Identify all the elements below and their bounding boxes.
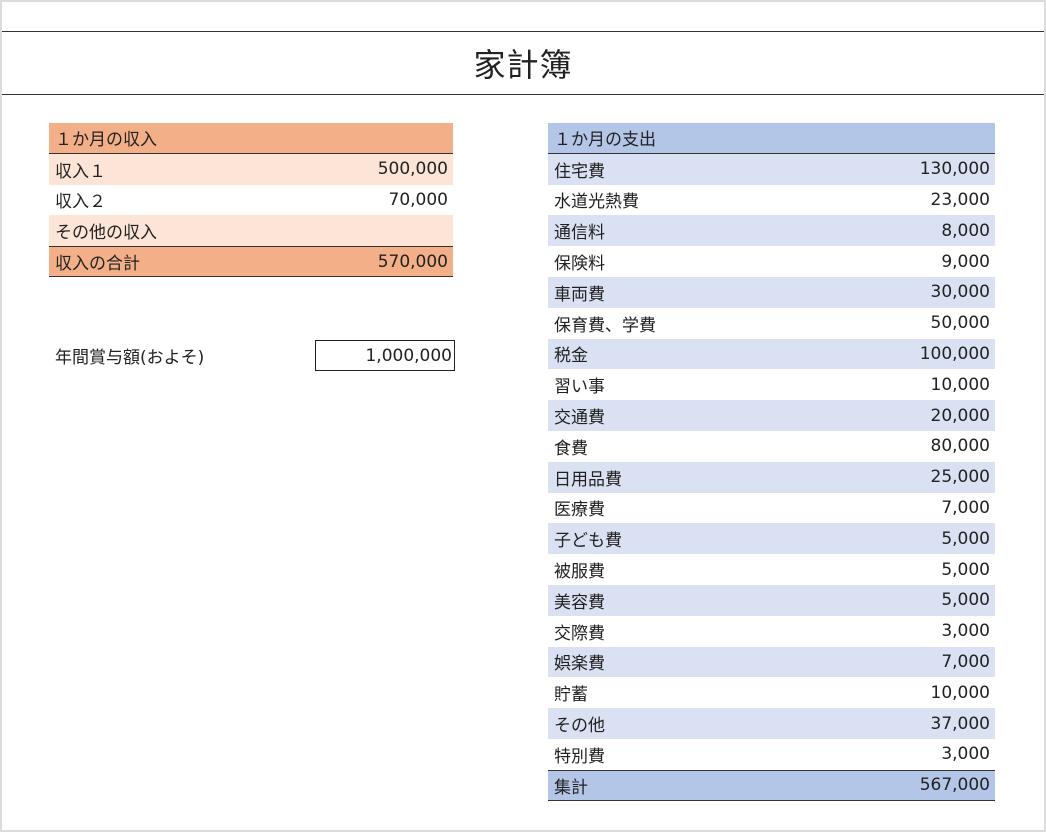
expense-row-label: 医療費	[554, 500, 605, 521]
income-table: １か月の収入 収入１ 500,000 収入２ 70,000 その他の収入 収入の…	[49, 123, 453, 277]
expense-row-value[interactable]: 130,000	[920, 159, 990, 179]
expense-row-value[interactable]: 20,000	[931, 406, 990, 426]
expense-header-label: １か月の支出	[554, 130, 656, 151]
income-row-value[interactable]: 70,000	[389, 190, 448, 210]
expense-row-label: 貯蓄	[554, 685, 588, 706]
expense-row-label: 保険料	[554, 254, 605, 275]
expense-row[interactable]: 娯楽費 7,000	[548, 646, 995, 678]
expense-row[interactable]: その他 37,000	[548, 708, 995, 739]
expense-row-value[interactable]: 23,000	[931, 190, 990, 210]
expense-row[interactable]: 子ども費 5,000	[548, 523, 995, 555]
expense-row-label: 交通費	[554, 408, 605, 429]
expense-row-label: 娯楽費	[554, 654, 605, 675]
expense-row[interactable]: 被服費 5,000	[548, 554, 995, 585]
expense-row-label: 子ども費	[554, 531, 622, 552]
annual-bonus-label: 年間賞与額(およそ)	[55, 347, 205, 368]
expense-row-label: 車両費	[554, 284, 605, 305]
expense-row[interactable]: 医療費 7,000	[548, 492, 995, 524]
expense-row[interactable]: 日用品費 25,000	[548, 461, 995, 493]
expense-row[interactable]: 住宅費 130,000	[548, 153, 995, 185]
expense-row-label: その他	[554, 716, 605, 737]
income-total-label: 収入の合計	[55, 254, 140, 275]
expense-row-label: 習い事	[554, 377, 605, 398]
expense-row-label: 食費	[554, 438, 588, 459]
expense-row-value[interactable]: 10,000	[931, 375, 990, 395]
expense-row[interactable]: 保険料 9,000	[548, 246, 995, 277]
expense-row[interactable]: 通信料 8,000	[548, 215, 995, 247]
income-row-label: 収入２	[55, 192, 106, 213]
expense-row-label: 住宅費	[554, 161, 605, 182]
expense-row-value[interactable]: 80,000	[931, 436, 990, 456]
expense-row-value[interactable]: 7,000	[941, 498, 990, 518]
income-row-label: その他の収入	[55, 223, 157, 244]
expense-row[interactable]: 保育費、学費 50,000	[548, 307, 995, 339]
expense-row-value[interactable]: 3,000	[941, 621, 990, 641]
expense-row-value[interactable]: 3,000	[941, 744, 990, 764]
expense-total-label: 集計	[554, 777, 588, 798]
expense-header: １か月の支出	[548, 123, 995, 154]
income-header-label: １か月の収入	[55, 130, 157, 151]
annual-bonus-input[interactable]: 1,000,000	[315, 340, 455, 371]
expense-row-label: 被服費	[554, 562, 605, 583]
income-header: １か月の収入	[49, 123, 453, 154]
income-row[interactable]: 収入２ 70,000	[49, 184, 453, 216]
expense-row-label: 通信料	[554, 223, 605, 244]
income-total-row: 収入の合計 570,000	[49, 246, 453, 277]
expense-row-label: 日用品費	[554, 469, 622, 490]
expense-row[interactable]: 水道光熱費 23,000	[548, 184, 995, 216]
expense-row-value[interactable]: 30,000	[931, 282, 990, 302]
expense-row-label: 美容費	[554, 592, 605, 613]
expense-row-label: 特別費	[554, 746, 605, 767]
expense-row[interactable]: 貯蓄 10,000	[548, 677, 995, 709]
expense-row[interactable]: 交際費 3,000	[548, 615, 995, 647]
expense-row-label: 税金	[554, 346, 588, 367]
income-row[interactable]: 収入１ 500,000	[49, 153, 453, 185]
expense-row-value[interactable]: 7,000	[941, 652, 990, 672]
expense-row-value[interactable]: 8,000	[941, 221, 990, 241]
expense-row-value[interactable]: 5,000	[941, 529, 990, 549]
expense-row[interactable]: 美容費 5,000	[548, 584, 995, 616]
expense-row-label: 水道光熱費	[554, 192, 639, 213]
expense-row[interactable]: 特別費 3,000	[548, 738, 995, 770]
expense-row-value[interactable]: 100,000	[920, 344, 990, 364]
expense-row-value[interactable]: 10,000	[931, 683, 990, 703]
expense-row[interactable]: 税金 100,000	[548, 338, 995, 370]
income-row[interactable]: その他の収入	[49, 215, 453, 247]
expense-row[interactable]: 車両費 30,000	[548, 276, 995, 308]
expense-total-row: 集計 567,000	[548, 769, 995, 801]
expense-row[interactable]: 習い事 10,000	[548, 369, 995, 401]
expense-row-value[interactable]: 25,000	[931, 467, 990, 487]
expense-row-value[interactable]: 5,000	[941, 590, 990, 610]
income-row-label: 収入１	[55, 161, 106, 182]
expense-row-value[interactable]: 5,000	[941, 560, 990, 580]
household-budget-sheet: 家計簿 １か月の収入 収入１ 500,000 収入２ 70,000 その他の収入…	[2, 2, 1044, 830]
expense-row-label: 交際費	[554, 623, 605, 644]
page-title: 家計簿	[2, 31, 1044, 95]
expense-total-value: 567,000	[919, 775, 990, 796]
income-row-value[interactable]: 500,000	[378, 159, 448, 179]
expense-row-label: 保育費、学費	[554, 315, 656, 336]
expense-row-value[interactable]: 9,000	[941, 252, 990, 272]
expense-row[interactable]: 交通費 20,000	[548, 400, 995, 431]
expense-table: １か月の支出 住宅費 130,000 水道光熱費 23,000 通信料 8,000 保険料 9…	[548, 123, 995, 801]
income-total-value: 570,000	[377, 251, 448, 272]
expense-row[interactable]: 食費 80,000	[548, 430, 995, 462]
expense-row-value[interactable]: 50,000	[931, 313, 990, 333]
expense-row-value[interactable]: 37,000	[931, 714, 990, 734]
